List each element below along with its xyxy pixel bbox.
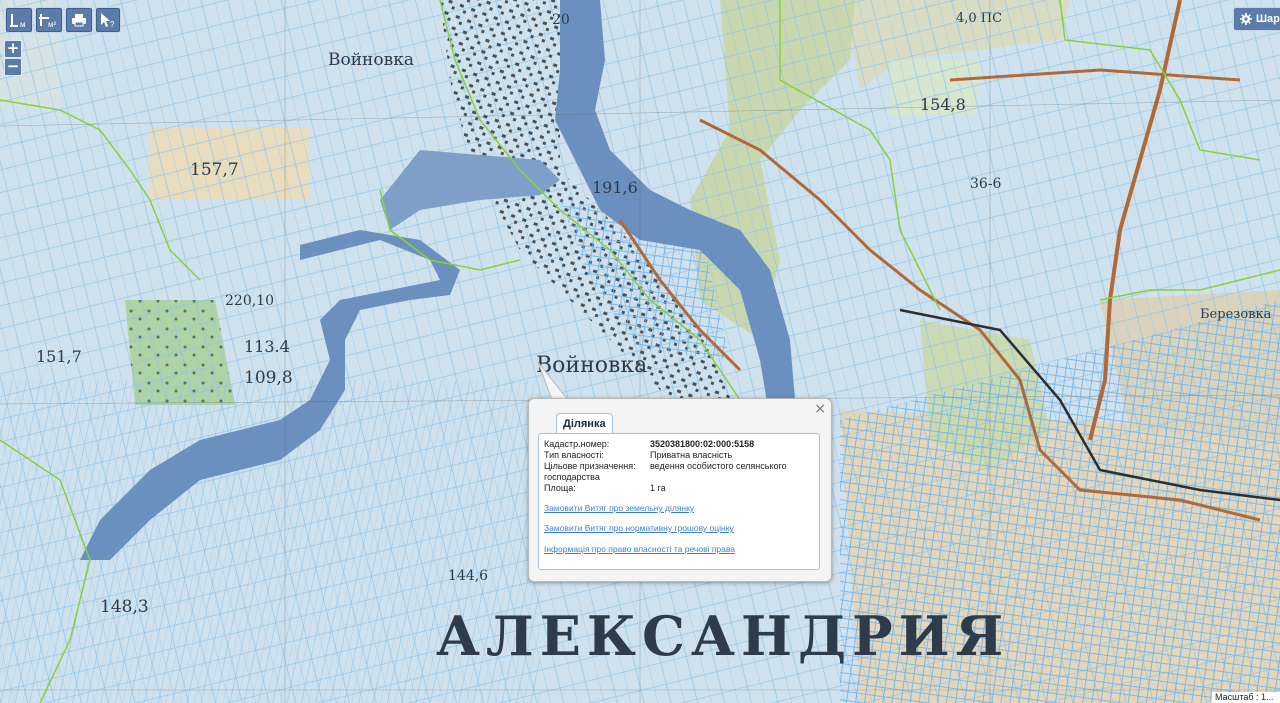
svg-text:?: ? <box>110 20 115 28</box>
gear-icon <box>1240 13 1252 25</box>
info-label: Тип власності: <box>544 450 604 460</box>
map-label-height: 220,10 <box>225 293 274 309</box>
layers-settings-label: Шар <box>1256 13 1280 25</box>
purpose-value: ведення особистого селянського <box>650 461 787 471</box>
area-ruler-icon: м² <box>39 14 57 28</box>
map-label-height: 151,7 <box>36 347 82 366</box>
identify-button[interactable]: ? <box>95 7 121 33</box>
ruler-icon: м <box>10 14 26 28</box>
svg-text:м: м <box>20 20 26 28</box>
map-label-code: 109,8 <box>244 368 293 388</box>
ownership-info-link[interactable]: Інформація про право власності та речові… <box>544 544 735 555</box>
layers-settings-button[interactable]: Шар <box>1233 7 1280 31</box>
zoom-in-button[interactable]: + <box>4 40 22 58</box>
map-label-city: АЛЕКСАНДРИЯ <box>436 604 1009 668</box>
close-icon[interactable]: × <box>814 401 826 417</box>
popup-content: Кадастр.номер: 3520381800:02:000:5158 Ти… <box>538 433 820 570</box>
cadastral-number: 3520381800:02:000:5158 <box>650 439 755 449</box>
order-valuation-extract-link[interactable]: Замовити Витяг про нормативну грошову оц… <box>544 523 734 534</box>
zoom-out-button[interactable]: − <box>4 58 22 76</box>
measure-area-button[interactable]: м² <box>35 7 63 33</box>
printer-icon <box>72 14 86 27</box>
map-label-height: 154,8 <box>920 95 966 114</box>
print-button[interactable] <box>65 7 93 33</box>
map-label-note: 36-6 <box>970 176 1002 192</box>
map-label-height: 157,7 <box>190 160 239 180</box>
cursor-help-icon: ? <box>101 13 115 28</box>
order-parcel-extract-link[interactable]: Замовити Витяг про земельну ділянку <box>544 503 694 514</box>
map-label-village: Войновка <box>328 50 414 70</box>
map-label-height: 144,6 <box>448 568 488 584</box>
map-label-code: 113.4 <box>244 337 290 356</box>
measure-line-button[interactable]: м <box>5 7 33 33</box>
area-value: 1 га <box>650 483 666 493</box>
map-canvas[interactable]: Войновка 157,7 191,6 220,10 154,8 113.4 … <box>0 0 1280 703</box>
ownership-type: Приватна власність <box>650 450 733 460</box>
parcel-info-popup: × Ділянка Кадастр.номер: 3520381800:02:0… <box>528 398 832 582</box>
map-label-note: 20 <box>552 12 570 28</box>
info-label: Кадастр.номер: <box>544 439 610 449</box>
map-label-note: 4,0 ПС <box>956 11 1002 26</box>
purpose-value-continued: господарства <box>544 472 600 482</box>
info-label: Площа: <box>544 483 576 493</box>
map-label-height: 148,3 <box>100 597 149 617</box>
tab-parcel[interactable]: Ділянка <box>556 413 613 434</box>
scale-readout: Масштаб : 1... <box>1212 692 1280 703</box>
svg-text:м²: м² <box>48 20 57 28</box>
map-label-height: 191,6 <box>592 178 638 197</box>
map-label-village: Березовка <box>1200 307 1272 322</box>
map-label-village: Войновка <box>536 353 647 378</box>
info-label: Цільове призначення: <box>544 461 636 471</box>
